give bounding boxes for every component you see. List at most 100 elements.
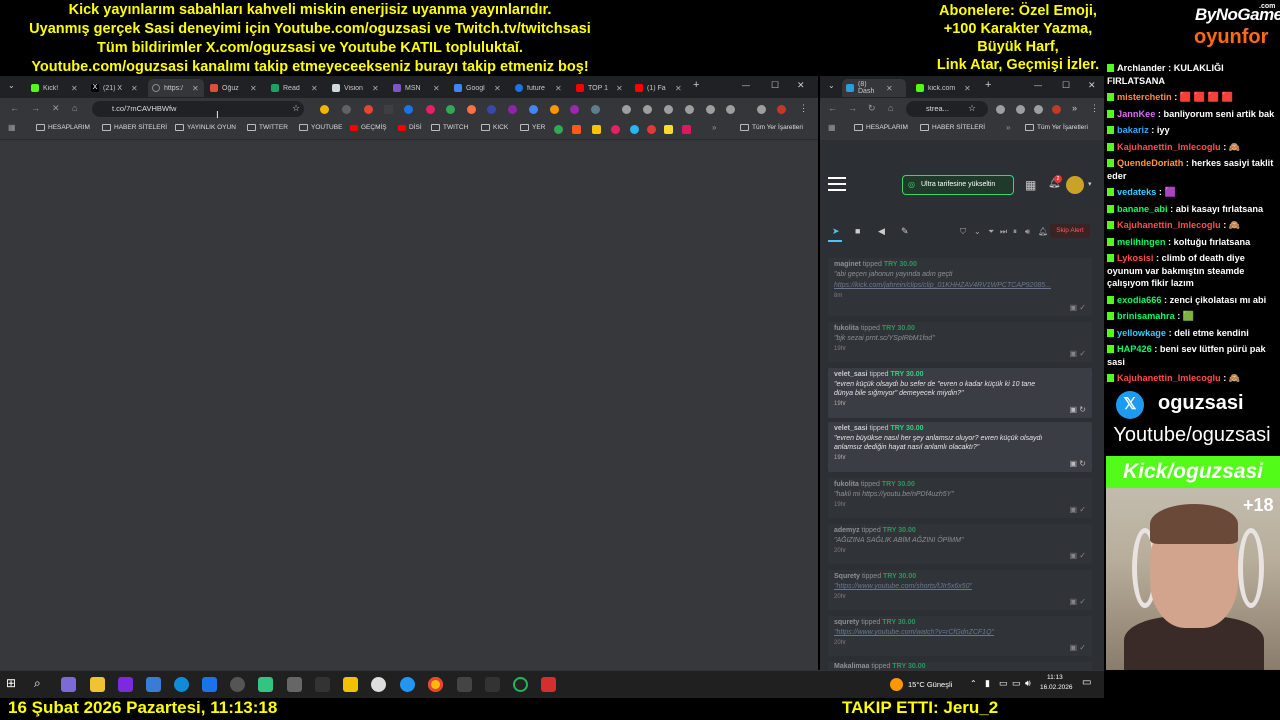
chevron-up-icon[interactable]: ⌃ — [970, 679, 977, 688]
extension-icon[interactable] — [706, 105, 715, 114]
extension-icon[interactable] — [320, 105, 329, 114]
bookmark-icon[interactable] — [630, 125, 639, 134]
tab-6[interactable]: Vision ✕ — [328, 79, 386, 97]
close-icon[interactable]: ✕ — [131, 84, 138, 93]
skip-alert-button[interactable]: Skip Alert — [1050, 224, 1090, 238]
bookmark-folder[interactable]: YER — [520, 124, 545, 131]
bookmark-folder[interactable]: HABER SİTELERİ — [920, 124, 985, 131]
tab-11[interactable]: (1) Fa ✕ — [631, 79, 689, 97]
bookmark-folder[interactable]: YOUTUBE — [299, 124, 342, 131]
close-icon[interactable]: ✕ — [311, 84, 318, 93]
home-icon[interactable]: ⌂ — [888, 103, 893, 113]
chevron-down-icon[interactable]: ▾ — [1088, 180, 1092, 188]
tab-5[interactable]: Read ✕ — [267, 79, 325, 97]
bookmark-item[interactable]: DİSİ — [398, 124, 422, 131]
tab-kick[interactable]: kick.com ✕ — [912, 79, 982, 97]
chevron-down-icon[interactable]: ⌄ — [974, 227, 981, 236]
replay-check-icon[interactable]: ▣ ✓ — [1070, 303, 1086, 312]
home-icon[interactable]: ⌂ — [72, 103, 77, 113]
megaphone-icon[interactable]: ◀ — [878, 226, 885, 237]
extension-icon[interactable] — [342, 105, 351, 114]
extension-icon[interactable] — [726, 105, 735, 114]
skip-icon[interactable]: ⏭ — [1000, 227, 1007, 237]
bookmark-icon[interactable] — [664, 125, 673, 134]
extension-icon[interactable] — [529, 105, 538, 114]
chrome-icon[interactable] — [428, 677, 443, 692]
menu-dots-icon[interactable]: ⋮ — [1090, 103, 1099, 114]
app-icon[interactable] — [371, 677, 386, 692]
sidebar-icon[interactable] — [757, 105, 766, 114]
tab-8[interactable]: Googl ✕ — [450, 79, 508, 97]
app-icon[interactable] — [146, 677, 161, 692]
apps-grid-icon[interactable]: ▦ — [8, 123, 16, 132]
tab-search-icon[interactable]: ⌄ — [8, 81, 15, 90]
history-icon[interactable] — [643, 105, 652, 114]
more-icon[interactable]: » — [1072, 103, 1077, 113]
menu-dots-icon[interactable]: ⋮ — [799, 103, 808, 114]
forward-icon[interactable]: → — [31, 103, 40, 113]
onenote-icon[interactable] — [118, 677, 133, 692]
all-bookmarks[interactable]: Tüm Yer İşaretleri — [740, 124, 803, 131]
tip-message[interactable]: "https://www.youtube.com/watch?v=rCfGdnZ… — [834, 628, 1086, 637]
avatar[interactable] — [777, 105, 786, 114]
delete-icon[interactable] — [685, 105, 694, 114]
replay-check-icon[interactable]: ▣ ✓ — [1070, 643, 1086, 652]
bookmark-star-icon[interactable]: ☆ — [968, 103, 976, 114]
extension-icon[interactable] — [404, 105, 413, 114]
replay-check-icon[interactable]: ▣ ✓ — [1070, 597, 1086, 606]
weather-sun-icon[interactable] — [890, 678, 903, 691]
tab-dashboard[interactable]: (8) Dash ✕ — [842, 79, 906, 97]
search-icon[interactable]: ⌕ — [34, 676, 41, 691]
close-icon[interactable]: ✕ — [675, 84, 682, 93]
replay-check-icon[interactable]: ▣ ✓ — [1070, 551, 1086, 560]
mic-icon[interactable]: ▮ — [985, 678, 990, 689]
bookmark-icon[interactable] — [682, 125, 691, 134]
shield-icon[interactable]: ⛉ — [960, 227, 966, 237]
filter-icon[interactable]: ⏷ — [988, 227, 994, 237]
extension-icon[interactable] — [508, 105, 517, 114]
close-icon[interactable]: ✕ — [372, 84, 379, 93]
bookmark-icon[interactable] — [647, 125, 656, 134]
extension-icon[interactable] — [570, 105, 579, 114]
back-icon[interactable]: ← — [10, 103, 19, 113]
gift-icon[interactable]: ■ — [855, 226, 860, 236]
extension-icon[interactable] — [426, 105, 435, 114]
apps-grid-icon[interactable]: ▦ — [1025, 178, 1036, 192]
app-icon[interactable] — [61, 677, 76, 692]
maximize-icon[interactable]: ☐ — [1062, 80, 1070, 91]
extension-icon[interactable] — [996, 105, 1005, 114]
tab-9[interactable]: future ✕ — [511, 79, 569, 97]
extension-icon[interactable] — [622, 105, 631, 114]
page-content-loading[interactable] — [0, 142, 818, 670]
tab-3-active[interactable]: https:/ ✕ — [148, 79, 204, 97]
pause-icon[interactable]: ⏸ — [1013, 227, 1017, 237]
clock-date[interactable]: 16.02.2026 — [1040, 684, 1073, 691]
tab-4[interactable]: Oğuz ✕ — [206, 79, 264, 97]
close-icon[interactable]: ✕ — [886, 84, 893, 93]
bookmark-icon[interactable] — [592, 125, 601, 134]
extension-icon[interactable] — [364, 105, 373, 114]
app-icon[interactable] — [315, 677, 330, 692]
tab-search-icon[interactable]: ⌄ — [828, 81, 835, 90]
stop-icon[interactable]: ✕ — [52, 103, 60, 114]
close-icon[interactable]: ✕ — [555, 84, 562, 93]
app-icon[interactable] — [485, 677, 500, 692]
bookmark-folder[interactable]: KICK — [481, 124, 508, 131]
battery-icon[interactable]: ▭ — [1012, 678, 1021, 689]
close-icon[interactable]: ✕ — [250, 84, 257, 93]
bookmark-folder[interactable]: HABER SİTELERİ — [102, 124, 167, 131]
app-icon[interactable] — [202, 677, 217, 692]
tab-7[interactable]: MSN ✕ — [389, 79, 447, 97]
tab-2[interactable]: X (21) X ✕ — [87, 79, 145, 97]
extension-icon[interactable] — [487, 105, 496, 114]
extension-icon[interactable] — [1034, 105, 1043, 114]
apps-grid-icon[interactable]: ▦ — [828, 123, 836, 132]
maximize-icon[interactable]: ☐ — [771, 80, 779, 91]
extension-icon[interactable] — [446, 105, 455, 114]
file-explorer-icon[interactable] — [90, 677, 105, 692]
edge-icon[interactable] — [174, 677, 189, 692]
tab-1[interactable]: Kick! ✕ — [27, 79, 85, 97]
notification-icon[interactable]: ▭ — [1082, 677, 1091, 688]
pencil-icon[interactable]: ✎ — [901, 226, 909, 237]
all-bookmarks[interactable]: Tüm Yer İşaretleri — [1025, 124, 1088, 131]
